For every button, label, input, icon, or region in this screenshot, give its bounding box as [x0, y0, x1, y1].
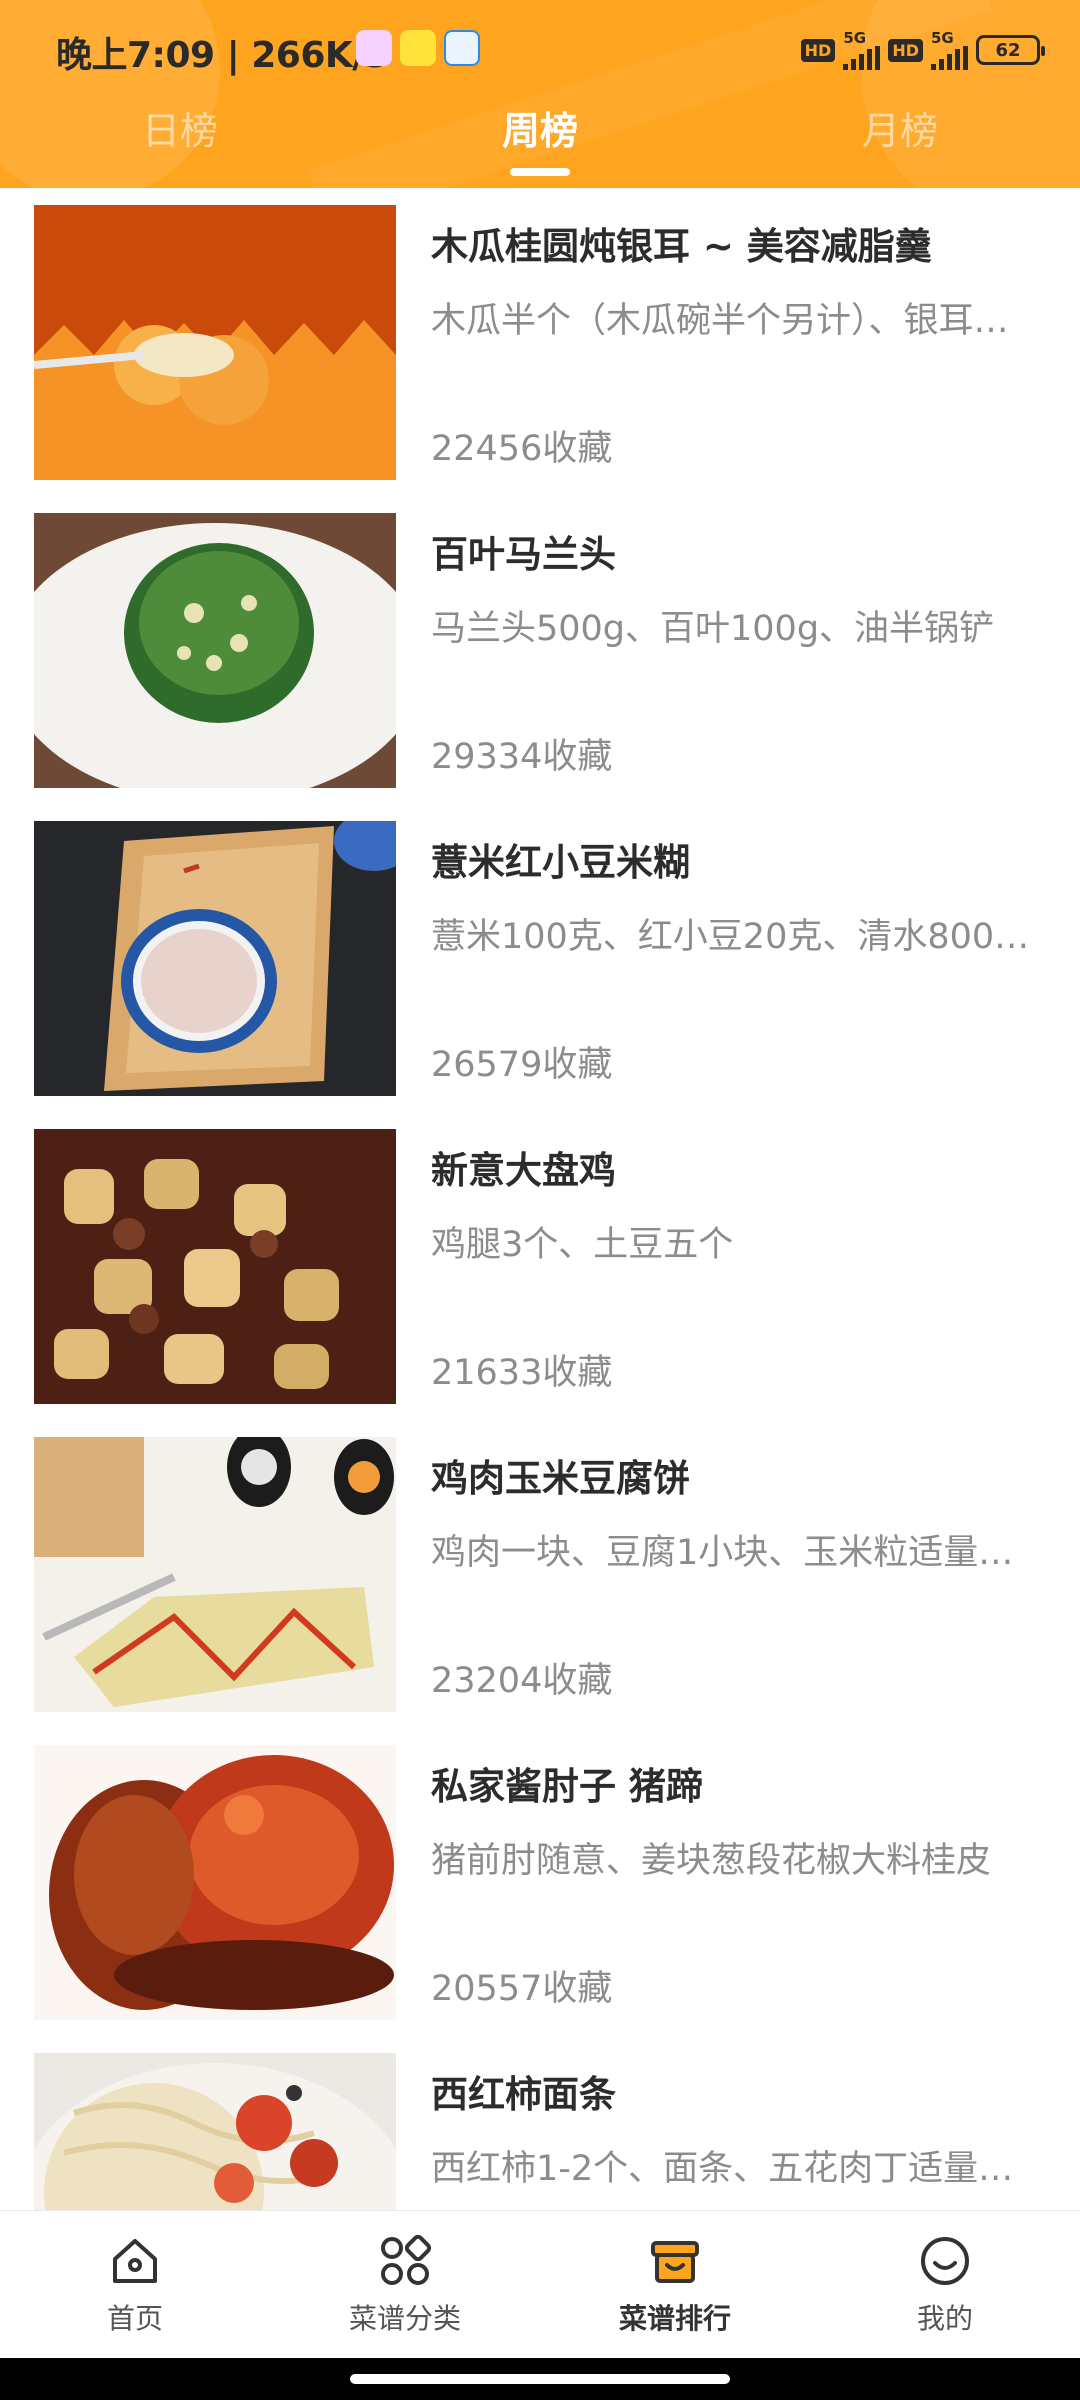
tab-indicator — [510, 168, 570, 176]
tab-monthly[interactable]: 月榜 — [780, 100, 1020, 155]
header: 晚上7:09 | 266K/s HD 5G HD 5G 62 日榜 周榜 月榜 — [0, 0, 1080, 188]
nav-category[interactable]: 菜谱分类 — [305, 2231, 505, 2337]
gesture-bar-area — [0, 2358, 1080, 2400]
recipe-ingredients: 猪前肘随意、姜块葱段花椒大料桂皮 — [431, 1841, 992, 1881]
recipe-item[interactable]: 西红柿面条 西红柿1-2个、面条、五花肉丁适量、葱 — [0, 2036, 1080, 2210]
recipe-title: 薏米红小豆米糊 — [431, 841, 690, 884]
recipe-image[interactable] — [34, 1437, 396, 1712]
recipe-ingredients: 马兰头500g、百叶100g、油半锅铲 — [431, 609, 995, 649]
recipe-title: 私家酱肘子 猪蹄 — [431, 1765, 703, 1808]
tab-weekly[interactable]: 周榜 — [420, 100, 660, 155]
app-notification-icon — [444, 30, 480, 66]
battery-icon: 62 — [976, 35, 1045, 65]
recipe-image[interactable] — [34, 205, 396, 480]
recipe-ingredients: 木瓜半个（木瓜碗半个另计）、银耳适量 — [431, 301, 1043, 341]
recipe-image[interactable] — [34, 1129, 396, 1404]
recipe-item[interactable]: 百叶马兰头 马兰头500g、百叶100g、油半锅铲 29334收藏 — [0, 496, 1080, 804]
recipe-item[interactable]: 薏米红小豆米糊 薏米100克、红小豆20克、清水800毫升 26579收藏 — [0, 804, 1080, 1112]
recipe-favorites: 22456收藏 — [431, 429, 613, 469]
recipe-title: 木瓜桂圆炖银耳 ~ 美容减脂羹 — [431, 225, 932, 268]
recipe-favorites: 20557收藏 — [431, 1969, 613, 2009]
tab-daily[interactable]: 日榜 — [60, 100, 300, 155]
recipe-ingredients: 鸡肉一块、豆腐1小块、玉米粒适量、鸡蛋 — [431, 1533, 1043, 1573]
bottom-navigation: 首页 菜谱分类 菜谱排行 我的 — [0, 2210, 1080, 2358]
nav-ranking-label: 菜谱排行 — [618, 2302, 731, 2335]
recipe-favorites: 26579收藏 — [431, 1045, 613, 1085]
recipe-title: 鸡肉玉米豆腐饼 — [431, 1457, 690, 1500]
recipe-image[interactable] — [34, 821, 396, 1096]
recipe-favorites: 23204收藏 — [431, 1661, 613, 1701]
recipe-title: 新意大盘鸡 — [431, 1149, 616, 1192]
app-notification-icon — [356, 30, 392, 66]
hd-icon: HD — [888, 38, 923, 62]
nav-home-label: 首页 — [106, 2302, 163, 2335]
recipe-title: 百叶马兰头 — [431, 533, 616, 576]
signal-icon: 5G — [843, 30, 881, 70]
status-bar: 晚上7:09 | 266K/s HD 5G HD 5G 62 — [0, 0, 1080, 100]
ranking-shop-icon — [645, 2231, 705, 2291]
recipe-title: 西红柿面条 — [431, 2073, 616, 2116]
signal-icon: 5G — [931, 30, 968, 70]
profile-smile-icon — [915, 2231, 975, 2291]
status-time: 晚上7:09 | 266K/s — [56, 35, 386, 76]
home-gesture-bar[interactable] — [350, 2374, 730, 2384]
recipe-ingredients: 西红柿1-2个、面条、五花肉丁适量、葱 — [431, 2149, 1043, 2189]
recipe-item[interactable]: 新意大盘鸡 鸡腿3个、土豆五个 21633收藏 — [0, 1112, 1080, 1420]
nav-category-label: 菜谱分类 — [348, 2302, 461, 2335]
recipe-item[interactable]: 私家酱肘子 猪蹄 猪前肘随意、姜块葱段花椒大料桂皮 20557收藏 — [0, 1728, 1080, 2036]
recipe-ingredients: 薏米100克、红小豆20克、清水800毫升 — [431, 917, 1043, 957]
recipe-image[interactable] — [34, 2053, 396, 2210]
nav-ranking[interactable]: 菜谱排行 — [575, 2231, 775, 2337]
status-right: HD 5G HD 5G 62 — [800, 30, 1045, 70]
nav-profile-label: 我的 — [916, 2302, 973, 2335]
hd-icon: HD — [800, 38, 836, 62]
ranking-tabs: 日榜 周榜 月榜 — [0, 100, 1080, 188]
home-icon — [105, 2231, 165, 2291]
nav-profile[interactable]: 我的 — [845, 2231, 1045, 2337]
recipe-item[interactable]: 鸡肉玉米豆腐饼 鸡肉一块、豆腐1小块、玉米粒适量、鸡蛋 23204收藏 — [0, 1420, 1080, 1728]
recipe-favorites: 29334收藏 — [431, 737, 613, 777]
recipe-ingredients: 鸡腿3个、土豆五个 — [431, 1225, 734, 1265]
category-grid-icon — [375, 2231, 435, 2291]
recipe-image[interactable] — [34, 513, 396, 788]
recipe-favorites: 21633收藏 — [431, 1353, 613, 1393]
recipe-list[interactable]: 木瓜桂圆炖银耳 ~ 美容减脂羹 木瓜半个（木瓜碗半个另计）、银耳适量 22456… — [0, 188, 1080, 2210]
app-notification-icon — [400, 30, 436, 66]
recipe-item[interactable]: 木瓜桂圆炖银耳 ~ 美容减脂羹 木瓜半个（木瓜碗半个另计）、银耳适量 22456… — [0, 188, 1080, 496]
recipe-image[interactable] — [34, 1745, 396, 2020]
nav-home[interactable]: 首页 — [35, 2231, 235, 2337]
